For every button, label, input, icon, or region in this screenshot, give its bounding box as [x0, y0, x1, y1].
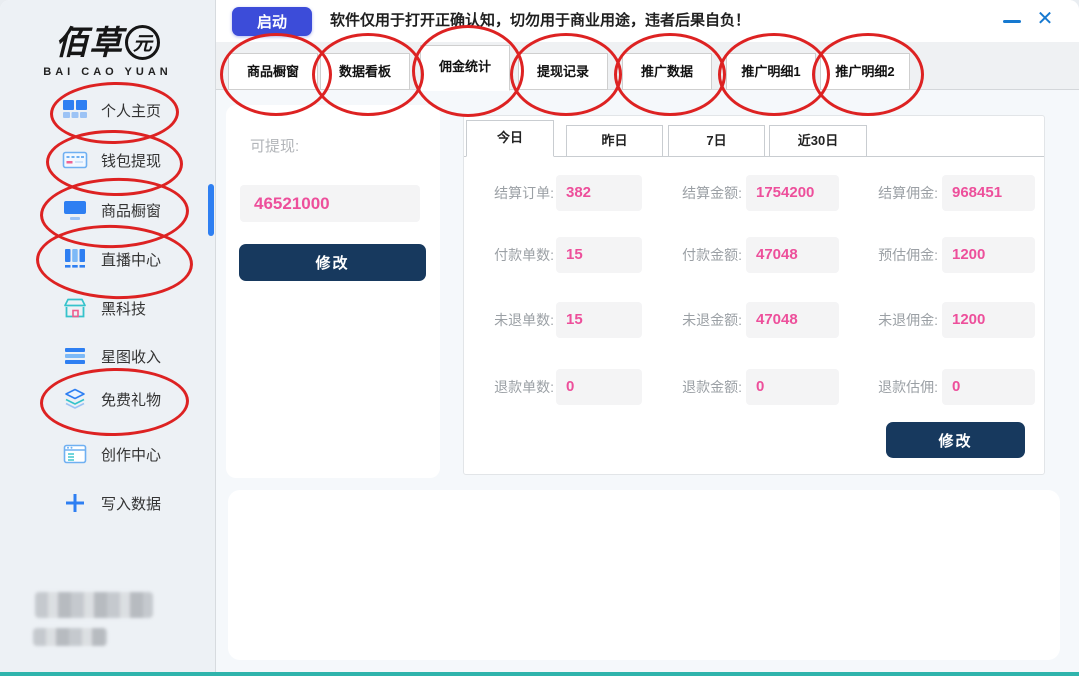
start-button[interactable]: 启动	[232, 7, 312, 36]
sidebar-item-label: 黑科技	[101, 298, 146, 319]
grid-icon	[62, 98, 88, 122]
warning-text: 软件仅用于打开正确认知，切勿用于商业用途，违者后果自负！	[330, 0, 750, 42]
footer-accent-line	[0, 672, 1079, 676]
stat-label-refund-count: 退款单数:	[474, 369, 554, 405]
stat-label-refund-est: 退款估佣:	[856, 369, 938, 405]
app-logo: 佰草元 BAI CAO YUAN	[0, 16, 215, 78]
stat-label-est-commission: 预估佣金:	[856, 237, 938, 273]
sidebar-item-label: 个人主页	[101, 100, 161, 121]
date-tab-7days[interactable]: 7日	[668, 125, 765, 157]
active-item-indicator	[208, 184, 214, 236]
sidebar-item-label: 免费礼物	[101, 389, 161, 410]
sidebar-item-label: 商品橱窗	[101, 200, 161, 221]
close-button[interactable]: ✕	[1032, 4, 1058, 34]
stat-label-pay-amount: 付款金额:	[660, 237, 742, 273]
stats-panel: 修改 今日昨日7日近30日结算订单:382 结算金额:1754200 结算佣金:96…	[463, 115, 1045, 475]
tab-promo-detail1[interactable]: 推广明细1	[726, 53, 816, 90]
sidebar-item-free-gifts[interactable]: 免费礼物	[62, 381, 161, 417]
stat-value-noreturn-commission[interactable]: 1200	[942, 302, 1035, 338]
stat-value-settle-orders[interactable]: 382	[556, 175, 642, 211]
stat-label-noreturn-count: 未退单数:	[474, 302, 554, 338]
sidebar-item-label: 钱包提现	[101, 150, 161, 171]
stat-value-pay-amount[interactable]: 47048	[746, 237, 839, 273]
stat-value-settle-amount[interactable]: 1754200	[746, 175, 839, 211]
redacted-text-block	[35, 592, 153, 618]
app-window: 佰草元 BAI CAO YUAN 个人主页钱包提现商品橱窗直播中心黑科技星图收入…	[0, 0, 1079, 676]
stat-label-refund-amount: 退款金额:	[660, 369, 742, 405]
sidebar-item-black-tech[interactable]: 黑科技	[62, 290, 146, 326]
title-bar: 启动 软件仅用于打开正确认知，切勿用于商业用途，违者后果自负！ ✕	[216, 0, 1079, 42]
sidebar: 佰草元 BAI CAO YUAN 个人主页钱包提现商品橱窗直播中心黑科技星图收入…	[0, 0, 216, 672]
tab-commission-stats[interactable]: 佣金统计	[420, 45, 510, 91]
sidebar-item-live-center[interactable]: 直播中心	[62, 241, 161, 277]
stat-label-pay-count: 付款单数:	[474, 237, 554, 273]
withdraw-panel: 可提现: 46521000 修改	[226, 105, 440, 478]
sidebar-item-product-showcase[interactable]: 商品橱窗	[62, 192, 161, 228]
wallet-icon	[62, 148, 88, 172]
date-tab-yesterday[interactable]: 昨日	[566, 125, 663, 157]
stat-label-noreturn-amount: 未退金额:	[660, 302, 742, 338]
sidebar-item-xingtu-income[interactable]: 星图收入	[62, 338, 161, 374]
redacted-text-block	[33, 628, 107, 646]
stat-label-noreturn-commission: 未退佣金:	[856, 302, 938, 338]
tab-withdraw-records[interactable]: 提现记录	[518, 53, 608, 90]
date-tab-today[interactable]: 今日	[466, 120, 554, 157]
tab-promo-detail2[interactable]: 推广明细2	[820, 53, 910, 90]
stat-label-settle-amount: 结算金额:	[660, 175, 742, 211]
withdraw-modify-button[interactable]: 修改	[239, 244, 426, 281]
sidebar-item-wallet-withdraw[interactable]: 钱包提现	[62, 142, 161, 178]
stat-value-refund-est[interactable]: 0	[942, 369, 1035, 405]
tab-promo-data[interactable]: 推广数据	[622, 53, 712, 90]
plus-icon	[62, 491, 88, 515]
live-columns-icon	[62, 247, 88, 271]
sidebar-item-creation-center[interactable]: 创作中心	[62, 436, 161, 472]
logo-main-text: 佰草	[55, 24, 123, 61]
stat-value-pay-count[interactable]: 15	[556, 237, 642, 273]
sidebar-item-label: 直播中心	[101, 249, 161, 270]
browser-icon	[62, 442, 88, 466]
withdrawable-label: 可提现:	[250, 135, 299, 156]
store-icon	[62, 296, 88, 320]
logo-subtitle: BAI CAO YUAN	[0, 66, 215, 78]
stat-label-settle-commission: 结算佣金:	[856, 175, 938, 211]
bars-icon	[62, 344, 88, 368]
stat-value-noreturn-count[interactable]: 15	[556, 302, 642, 338]
logo-circle-icon: 元	[125, 25, 160, 60]
stat-value-est-commission[interactable]: 1200	[942, 237, 1035, 273]
stat-label-settle-orders: 结算订单:	[474, 175, 554, 211]
stats-modify-button[interactable]: 修改	[886, 422, 1025, 458]
sidebar-item-personal-home[interactable]: 个人主页	[62, 92, 161, 128]
sidebar-item-write-data[interactable]: 写入数据	[62, 485, 161, 521]
sidebar-item-label: 创作中心	[101, 444, 161, 465]
tab-product-showcase[interactable]: 商品橱窗	[228, 53, 318, 90]
stat-value-noreturn-amount[interactable]: 47048	[746, 302, 839, 338]
tab-data-board[interactable]: 数据看板	[320, 53, 410, 90]
date-tab-30days[interactable]: 近30日	[769, 125, 867, 157]
minimize-button[interactable]	[1000, 8, 1024, 32]
logo-text: 佰草元	[0, 16, 215, 64]
showcase-icon	[62, 198, 88, 222]
withdrawable-amount-field[interactable]: 46521000	[240, 185, 420, 222]
bottom-panel	[228, 490, 1060, 660]
sidebar-item-label: 写入数据	[101, 493, 161, 514]
layers-icon	[62, 387, 88, 411]
stat-value-settle-commission[interactable]: 968451	[942, 175, 1035, 211]
minimize-icon	[1003, 20, 1021, 23]
sidebar-item-label: 星图收入	[101, 346, 161, 367]
stat-value-refund-count[interactable]: 0	[556, 369, 642, 405]
stat-value-refund-amount[interactable]: 0	[746, 369, 839, 405]
